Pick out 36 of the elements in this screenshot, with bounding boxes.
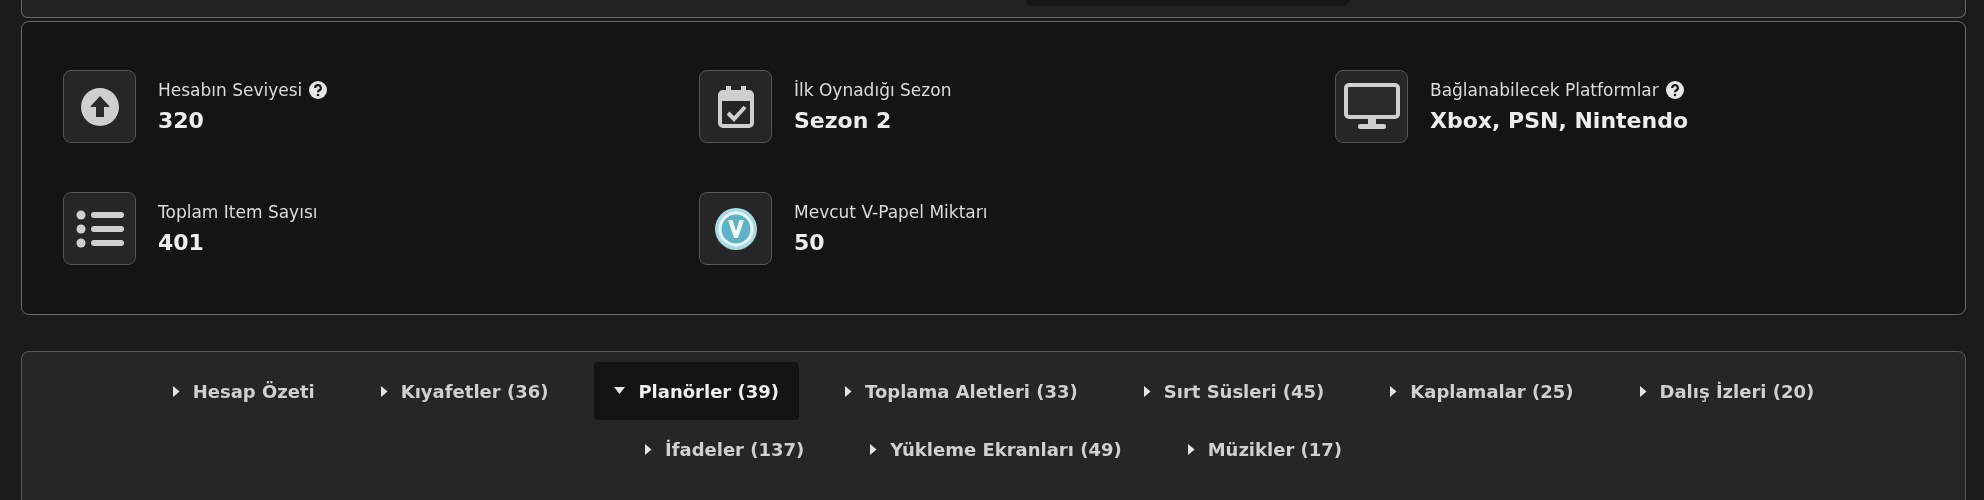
coin-icon <box>699 192 772 265</box>
help-icon[interactable] <box>1665 81 1684 99</box>
tab[interactable]: Kaplamalar (25) <box>1370 362 1594 420</box>
caret-right-icon <box>644 443 652 455</box>
tab[interactable]: Planörler (39) <box>594 362 799 420</box>
tab[interactable]: Yükleme Ekranları (49) <box>850 420 1142 478</box>
stat-value: 50 <box>794 230 826 255</box>
help-icon[interactable] <box>309 81 328 99</box>
stat-value: Xbox, PSN, Nintendo <box>1430 108 1688 133</box>
tab[interactable]: Kıyafetler (36) <box>360 362 569 420</box>
stat-label: Mevcut V-Papel Miktarı <box>794 202 988 222</box>
list-icon <box>63 192 136 265</box>
stat-label: Bağlanabilecek Platformlar <box>1430 80 1659 100</box>
caret-right-icon <box>845 385 852 397</box>
stat-value: Sezon 2 <box>794 108 893 133</box>
tab[interactable]: İfadeler (137) <box>624 420 825 478</box>
tab[interactable]: Hesap Özeti <box>152 362 335 420</box>
caret-right-icon <box>380 385 388 397</box>
stat-label: İlk Oynadığı Sezon <box>794 80 952 100</box>
caret-right-icon <box>1143 385 1151 397</box>
stat-label: Hesabın Seviyesi <box>158 80 303 100</box>
monitor-icon <box>1335 70 1408 143</box>
tab[interactable]: Sırt Süsleri (45) <box>1123 362 1345 420</box>
caret-right-icon <box>1639 385 1647 397</box>
caret-right-icon <box>870 443 878 455</box>
caret-right-icon <box>1390 385 1398 397</box>
stat-value: 401 <box>158 230 205 255</box>
calendar-check-icon <box>699 70 772 143</box>
tab[interactable]: Toplama Aletleri (33) <box>825 362 1098 420</box>
caret-right-icon <box>1187 443 1195 455</box>
caret-right-icon <box>172 385 180 397</box>
stat-value: 320 <box>158 108 205 133</box>
tab[interactable]: Müzikler (17) <box>1167 420 1363 478</box>
stat-label: Toplam Item Sayısı <box>158 202 318 222</box>
tab[interactable]: Dalış İzleri (20) <box>1619 362 1835 420</box>
caret-down-icon <box>614 387 626 395</box>
